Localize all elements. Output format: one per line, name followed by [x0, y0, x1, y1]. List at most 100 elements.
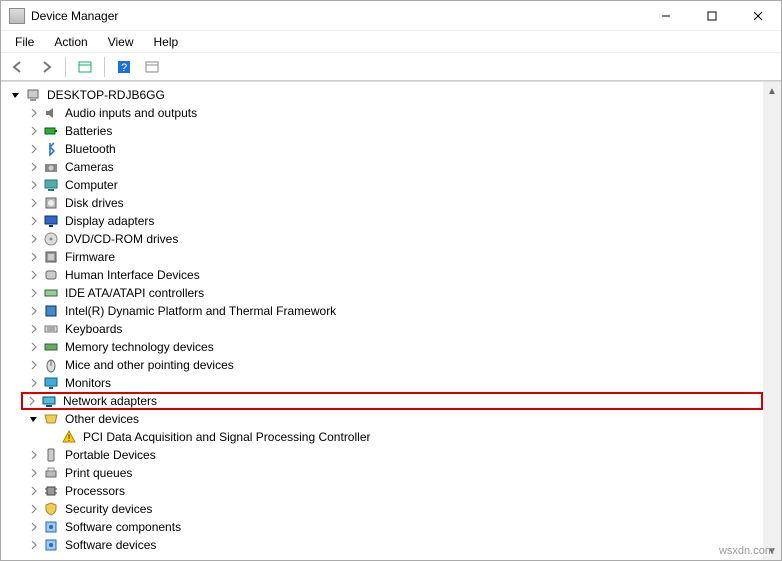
category-disk[interactable]: Disk drives — [23, 194, 763, 212]
expand-arrow-icon[interactable] — [27, 286, 41, 300]
tree-item-label: Security devices — [63, 502, 154, 516]
back-button[interactable] — [7, 56, 29, 78]
expand-arrow-icon[interactable] — [27, 142, 41, 156]
maximize-button[interactable] — [689, 1, 735, 31]
expand-arrow-icon[interactable] — [27, 232, 41, 246]
category-monitor[interactable]: Monitors — [23, 374, 763, 392]
category-display[interactable]: Display adapters — [23, 212, 763, 230]
tree-item-label: Keyboards — [63, 322, 124, 336]
expand-arrow-icon[interactable] — [27, 376, 41, 390]
minimize-button[interactable] — [643, 1, 689, 31]
content-area: DESKTOP-RDJB6GG Audio inputs and outputs B… — [1, 81, 781, 560]
scroll-up-arrow[interactable]: ▲ — [763, 82, 781, 100]
bluetooth-icon — [43, 141, 59, 157]
category-portable[interactable]: Portable Devices — [23, 446, 763, 464]
printer-icon — [43, 465, 59, 481]
category-security[interactable]: Security devices — [23, 500, 763, 518]
security-icon — [43, 501, 59, 517]
ide-icon — [43, 285, 59, 301]
menu-help[interactable]: Help — [146, 33, 187, 51]
app-icon — [9, 8, 25, 24]
category-keyboard[interactable]: Keyboards — [23, 320, 763, 338]
show-hide-tree-button[interactable] — [74, 56, 96, 78]
category-software[interactable]: Software devices — [23, 536, 763, 554]
menu-file[interactable]: File — [7, 33, 42, 51]
expand-arrow-icon[interactable] — [27, 538, 41, 552]
expand-arrow-icon[interactable] — [25, 394, 39, 408]
tree-item-label: DVD/CD-ROM drives — [63, 232, 180, 246]
window-title: Device Manager — [31, 9, 643, 23]
category-computer[interactable]: Computer — [23, 176, 763, 194]
tree-item-label: Cameras — [63, 160, 116, 174]
firmware-icon — [43, 249, 59, 265]
expand-arrow-icon[interactable] — [27, 358, 41, 372]
category-cpu[interactable]: Processors — [23, 482, 763, 500]
category-firmware[interactable]: Firmware — [23, 248, 763, 266]
expand-arrow-icon[interactable] — [27, 250, 41, 264]
category-hid[interactable]: Human Interface Devices — [23, 266, 763, 284]
category-other[interactable]: Other devices — [23, 410, 763, 428]
category-network[interactable]: Network adapters — [21, 392, 763, 410]
warning-icon: ! — [61, 429, 77, 445]
collapse-arrow-icon[interactable] — [9, 88, 23, 102]
help-button[interactable]: ? — [113, 56, 135, 78]
expand-arrow-icon[interactable] — [27, 466, 41, 480]
expand-arrow-icon[interactable] — [27, 160, 41, 174]
scan-hardware-button[interactable] — [141, 56, 163, 78]
intel-icon — [43, 303, 59, 319]
tree-item-label: Human Interface Devices — [63, 268, 202, 282]
expand-arrow-icon[interactable] — [27, 268, 41, 282]
disk-icon — [43, 195, 59, 211]
category-printer[interactable]: Print queues — [23, 464, 763, 482]
menu-view[interactable]: View — [100, 33, 142, 51]
tree-item-label: Bluetooth — [63, 142, 118, 156]
expand-arrow-icon[interactable] — [27, 484, 41, 498]
tree-item-label: Portable Devices — [63, 448, 158, 462]
watermark: wsxdn.com — [719, 545, 774, 557]
expand-arrow-icon[interactable] — [27, 520, 41, 534]
expand-arrow-icon[interactable] — [27, 322, 41, 336]
expand-arrow-icon[interactable] — [27, 214, 41, 228]
device-manager-window: Device Manager File Action View Help — [0, 0, 782, 561]
category-memory[interactable]: Memory technology devices — [23, 338, 763, 356]
vertical-scrollbar[interactable]: ▲ ▼ — [763, 82, 781, 560]
category-software[interactable]: Software components — [23, 518, 763, 536]
category-mouse[interactable]: Mice and other pointing devices — [23, 356, 763, 374]
expand-arrow-icon[interactable] — [27, 304, 41, 318]
expand-arrow-icon[interactable] — [27, 340, 41, 354]
tree-item-label: Memory technology devices — [63, 340, 216, 354]
close-button[interactable] — [735, 1, 781, 31]
toolbar-separator — [104, 57, 105, 77]
tree-item-label: Print queues — [63, 466, 134, 480]
menu-action[interactable]: Action — [46, 33, 95, 51]
tree-item-label: Processors — [63, 484, 127, 498]
category-audio[interactable]: Audio inputs and outputs — [23, 104, 763, 122]
forward-button[interactable] — [35, 56, 57, 78]
category-dvd[interactable]: DVD/CD-ROM drives — [23, 230, 763, 248]
tree-item-label: DESKTOP-RDJB6GG — [45, 88, 167, 102]
category-battery[interactable]: Batteries — [23, 122, 763, 140]
category-camera[interactable]: Cameras — [23, 158, 763, 176]
expand-arrow-icon[interactable] — [27, 196, 41, 210]
category-bluetooth[interactable]: Bluetooth — [23, 140, 763, 158]
collapse-arrow-icon[interactable] — [27, 412, 41, 426]
tree-root[interactable]: DESKTOP-RDJB6GG — [5, 86, 763, 104]
display-icon — [43, 213, 59, 229]
titlebar: Device Manager — [1, 1, 781, 31]
tree-item-label: Software devices — [63, 538, 158, 552]
dvd-icon — [43, 231, 59, 247]
tree-item-label: Display adapters — [63, 214, 156, 228]
category-ide[interactable]: IDE ATA/ATAPI controllers — [23, 284, 763, 302]
hid-icon — [43, 267, 59, 283]
expand-arrow-icon[interactable] — [27, 448, 41, 462]
tree-item-label: Batteries — [63, 124, 114, 138]
category-intel[interactable]: Intel(R) Dynamic Platform and Thermal Fr… — [23, 302, 763, 320]
device-item[interactable]: !PCI Data Acquisition and Signal Process… — [41, 428, 763, 446]
portable-icon — [43, 447, 59, 463]
expand-arrow-icon[interactable] — [27, 106, 41, 120]
device-tree[interactable]: DESKTOP-RDJB6GG Audio inputs and outputs B… — [1, 82, 763, 560]
expand-arrow-icon[interactable] — [27, 178, 41, 192]
monitor-icon — [43, 375, 59, 391]
expand-arrow-icon[interactable] — [27, 124, 41, 138]
expand-arrow-icon[interactable] — [27, 502, 41, 516]
